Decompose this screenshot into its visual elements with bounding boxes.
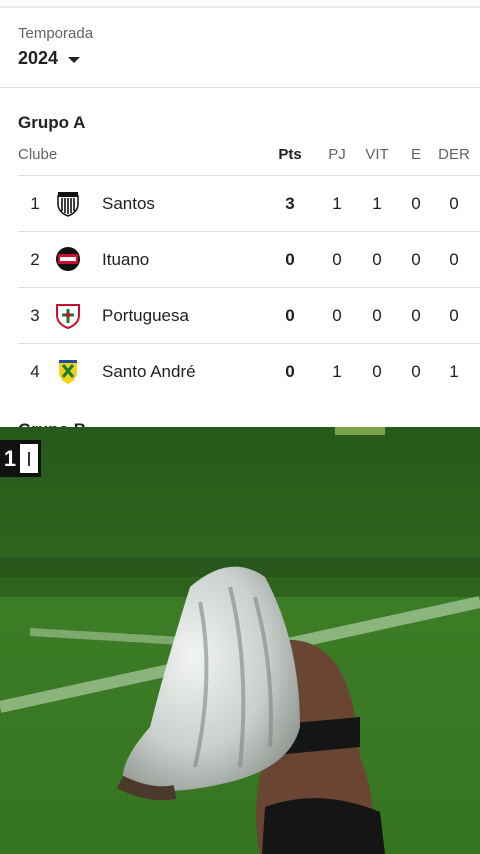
caret-down-icon <box>68 56 81 63</box>
wins: 1 <box>372 194 382 213</box>
team-name: Ituano <box>102 250 150 269</box>
santo-andre-crest-icon <box>59 360 77 384</box>
position: 1 <box>30 194 40 213</box>
table-row[interactable]: 1 Santos 3 1 1 0 0 <box>18 175 480 231</box>
points: 0 <box>285 362 295 381</box>
draws: 0 <box>411 306 421 325</box>
wins: 0 <box>372 250 382 269</box>
played: 0 <box>332 306 342 325</box>
top-divider <box>0 6 480 8</box>
losses: 0 <box>449 250 459 269</box>
position: 4 <box>30 362 40 381</box>
score-value: 1 <box>3 446 17 471</box>
table-row[interactable]: 3 Portuguesa 0 0 0 0 0 <box>18 287 480 343</box>
points: 0 <box>285 250 295 269</box>
season-dropdown[interactable]: 2024 <box>18 48 81 69</box>
team-name: Portuguesa <box>102 306 189 325</box>
header-der[interactable]: DER <box>438 146 470 163</box>
santos-crest-icon <box>57 192 79 217</box>
position: 2 <box>30 250 40 269</box>
section-divider <box>0 87 480 88</box>
scoreboard: 1 <box>0 440 41 477</box>
header-vit[interactable]: VIT <box>365 146 388 163</box>
position: 3 <box>30 306 40 325</box>
draws: 0 <box>411 362 421 381</box>
points: 0 <box>285 306 295 325</box>
ituano-crest-icon <box>56 247 80 271</box>
draws: 0 <box>411 194 421 213</box>
table-row[interactable]: 2 Ituano 0 0 0 0 0 <box>18 231 480 287</box>
video-overlay[interactable] <box>0 427 480 854</box>
wins: 0 <box>372 362 382 381</box>
score-panel <box>20 444 38 473</box>
points: 3 <box>285 194 295 213</box>
losses: 1 <box>449 362 459 381</box>
played: 1 <box>332 194 342 213</box>
header-club[interactable]: Clube <box>18 146 57 163</box>
header-e[interactable]: E <box>411 146 421 163</box>
standings-table: 1 Santos 3 1 1 0 0 2 Ituano 0 0 0 0 0 3 <box>18 175 480 399</box>
header-pj[interactable]: PJ <box>328 146 346 163</box>
losses: 0 <box>449 194 459 213</box>
team-name: Santo André <box>102 362 196 381</box>
table-row[interactable]: 4 Santo André 0 1 0 0 1 <box>18 343 480 399</box>
season-value: 2024 <box>18 48 59 68</box>
group-title: Grupo A <box>18 113 86 132</box>
football-pitch-image <box>0 427 480 854</box>
header-pts[interactable]: Pts <box>278 146 301 163</box>
team-name: Santos <box>102 194 155 213</box>
played: 0 <box>332 250 342 269</box>
portuguesa-crest-icon <box>56 304 80 329</box>
season-label: Temporada <box>18 25 94 42</box>
table-header: Clube Pts PJ VIT E DER <box>0 146 480 166</box>
wins: 0 <box>372 306 382 325</box>
losses: 0 <box>449 306 459 325</box>
played: 1 <box>332 362 342 381</box>
draws: 0 <box>411 250 421 269</box>
